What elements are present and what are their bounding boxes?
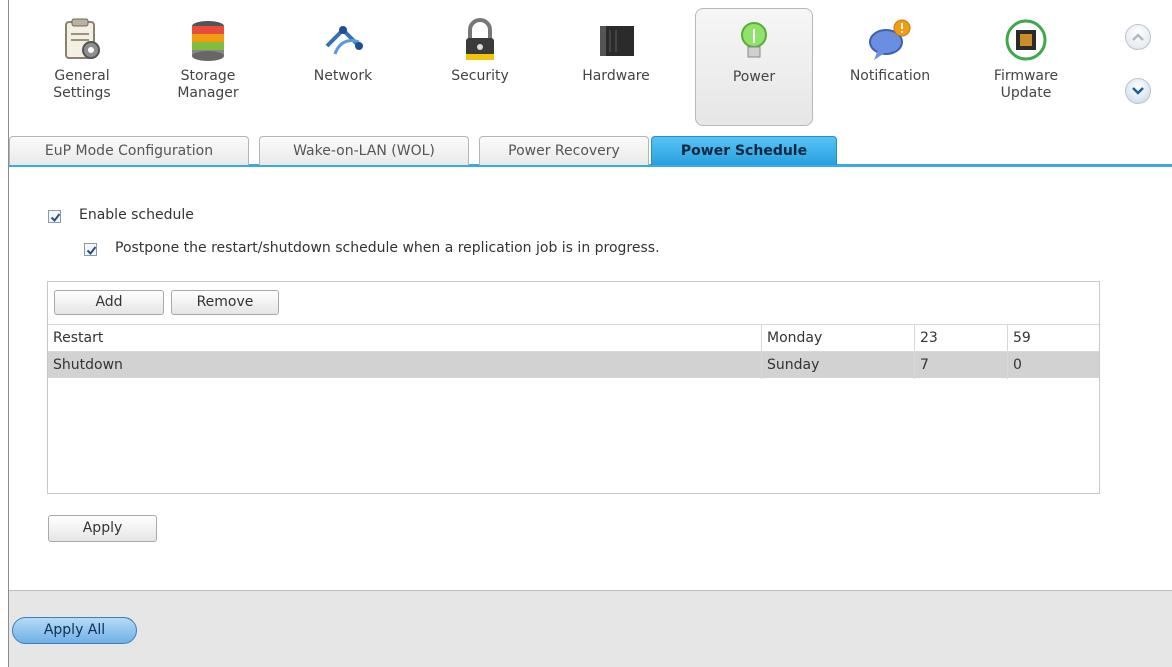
toolbar-storage-manager[interactable]: Storage Manager	[149, 8, 267, 126]
hardware-icon	[592, 16, 640, 64]
control-panel-window: General Settings Storage Manager Network…	[8, 0, 1172, 667]
toolbar-hardware[interactable]: Hardware	[557, 8, 675, 126]
tab-wake-on-lan[interactable]: Wake-on-LAN (WOL)	[259, 136, 469, 165]
footer-bar: Apply All	[9, 590, 1172, 667]
apply-button[interactable]: Apply	[48, 515, 157, 542]
toolbar-label: Firmware	[993, 68, 1059, 84]
settings-toolbar: General Settings Storage Manager Network…	[9, 0, 1172, 134]
lock-icon	[456, 16, 504, 64]
postpone-schedule-checkbox[interactable]	[84, 243, 97, 256]
storage-manager-icon	[184, 16, 232, 64]
general-settings-icon	[58, 16, 106, 64]
tab-power-schedule[interactable]: Power Schedule	[651, 136, 837, 165]
schedule-rows: Restart Monday 23 59 Shutdown Sunday 7 0	[48, 324, 1099, 379]
toolbar-label: Network	[313, 68, 373, 84]
toolbar-power[interactable]: Power	[695, 8, 813, 126]
apply-all-button[interactable]: Apply All	[12, 617, 137, 644]
cell-minute: 59	[1007, 325, 1099, 352]
chevron-down-icon	[1132, 87, 1144, 95]
firmware-update-icon	[1002, 16, 1050, 64]
toolbar-firmware-update[interactable]: Firmware Update	[967, 8, 1085, 126]
notification-icon	[866, 16, 914, 64]
toolbar-label: Power	[732, 69, 776, 85]
toolbar-label: Notification	[849, 68, 931, 84]
checkmark-icon	[86, 246, 97, 256]
cell-action: Restart	[53, 330, 104, 346]
enable-schedule-label: Enable schedule	[79, 207, 194, 223]
table-row[interactable]: Shutdown Sunday 7 0	[48, 351, 1099, 379]
chevron-up-icon	[1132, 33, 1144, 41]
cell-hour: 7	[914, 352, 1007, 379]
enable-schedule-checkbox[interactable]	[48, 210, 61, 223]
cell-hour: 23	[914, 325, 1007, 352]
toolbar-label: General	[54, 68, 110, 84]
scroll-up-button[interactable]	[1125, 24, 1151, 50]
add-button[interactable]: Add	[54, 290, 164, 315]
toolbar-label: Update	[1000, 85, 1052, 101]
network-icon	[319, 16, 367, 64]
toolbar-label: Settings	[53, 85, 111, 101]
toolbar-label: Security	[451, 68, 509, 84]
power-bulb-icon	[730, 17, 778, 65]
toolbar-general-settings[interactable]: General Settings	[23, 8, 141, 126]
cell-minute: 0	[1007, 352, 1099, 379]
toolbar-label: Manager	[177, 85, 239, 101]
cell-action: Shutdown	[53, 357, 123, 373]
cell-day: Monday	[761, 325, 914, 352]
toolbar-notification[interactable]: Notification	[831, 8, 949, 126]
cell-day: Sunday	[761, 352, 914, 379]
power-schedule-panel: Enable schedule Postpone the restart/shu…	[9, 167, 1172, 590]
table-row[interactable]: Restart Monday 23 59	[48, 324, 1099, 352]
tab-eup-mode[interactable]: EuP Mode Configuration	[9, 136, 249, 165]
toolbar-network[interactable]: Network	[284, 8, 402, 126]
scroll-down-button[interactable]	[1125, 78, 1151, 104]
power-subtabs: EuP Mode Configuration Wake-on-LAN (WOL)…	[9, 134, 1172, 167]
checkmark-icon	[50, 213, 61, 223]
toolbar-label: Hardware	[582, 68, 650, 84]
toolbar-security[interactable]: Security	[421, 8, 539, 126]
schedule-grid: Add Remove Restart Monday 23 59 Shutdown…	[47, 281, 1100, 494]
postpone-schedule-label: Postpone the restart/shutdown schedule w…	[115, 240, 660, 256]
tab-power-recovery[interactable]: Power Recovery	[479, 136, 649, 165]
remove-button[interactable]: Remove	[171, 290, 279, 315]
toolbar-label: Storage	[180, 68, 236, 84]
